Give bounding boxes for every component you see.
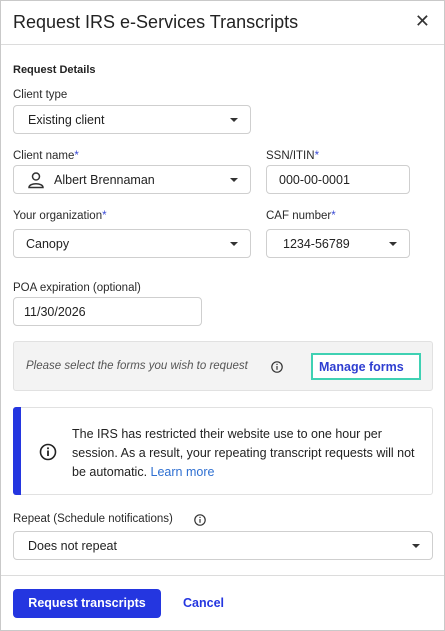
- dialog-header: Request IRS e-Services Transcripts ✕: [1, 1, 444, 45]
- close-icon[interactable]: ✕: [415, 11, 430, 31]
- client-type-value: Existing client: [28, 113, 105, 127]
- info-alert: The IRS has restricted their website use…: [13, 407, 433, 495]
- info-icon: [39, 443, 57, 461]
- chevron-down-icon: [230, 242, 238, 246]
- client-type-select[interactable]: Existing client: [13, 105, 251, 134]
- info-icon[interactable]: [194, 514, 206, 526]
- repeat-select[interactable]: Does not repeat: [13, 531, 433, 560]
- poa-expiration-input[interactable]: 11/30/2026: [13, 297, 202, 326]
- poa-expiration-label: POA expiration (optional): [13, 282, 141, 294]
- forms-prompt: Please select the forms you wish to requ…: [26, 360, 248, 372]
- request-transcripts-button[interactable]: Request transcripts: [13, 589, 161, 618]
- ssn-value: 000-00-0001: [279, 173, 350, 187]
- repeat-value: Does not repeat: [28, 539, 117, 553]
- forms-selection-box: Please select the forms you wish to requ…: [13, 341, 433, 391]
- ssn-label: SSN/ITIN*: [266, 150, 320, 162]
- poa-expiration-value: 11/30/2026: [24, 305, 86, 319]
- client-type-label: Client type: [13, 89, 68, 101]
- alert-message: The IRS has restricted their website use…: [72, 427, 415, 479]
- client-name-label: Client name*: [13, 150, 79, 162]
- organization-select[interactable]: Canopy: [13, 229, 251, 258]
- chevron-down-icon: [230, 118, 238, 122]
- footer-divider: [1, 575, 444, 576]
- organization-label: Your organization*: [13, 210, 107, 222]
- ssn-input[interactable]: 000-00-0001: [266, 165, 410, 194]
- caf-number-label: CAF number*: [266, 210, 336, 222]
- alert-accent-bar: [13, 407, 21, 495]
- section-title: Request Details: [13, 64, 96, 76]
- chevron-down-icon: [389, 242, 397, 246]
- request-transcripts-dialog: Request IRS e-Services Transcripts ✕ Req…: [0, 0, 445, 631]
- learn-more-link[interactable]: Learn more: [151, 465, 215, 479]
- organization-value: Canopy: [26, 237, 70, 251]
- client-name-value: Albert Brennaman: [54, 173, 155, 187]
- manage-forms-button[interactable]: Manage forms: [311, 353, 421, 380]
- repeat-label: Repeat (Schedule notifications): [13, 513, 173, 525]
- caf-number-select[interactable]: 1234-56789: [266, 229, 410, 258]
- cancel-button[interactable]: Cancel: [183, 596, 224, 610]
- caf-number-value: 1234-56789: [283, 237, 350, 251]
- client-name-select[interactable]: Albert Brennaman: [13, 165, 251, 194]
- info-icon[interactable]: [271, 361, 283, 373]
- manage-forms-label: Manage forms: [319, 360, 404, 374]
- chevron-down-icon: [230, 178, 238, 182]
- dialog-title: Request IRS e-Services Transcripts: [13, 12, 299, 32]
- chevron-down-icon: [412, 544, 420, 548]
- person-icon: [28, 172, 44, 189]
